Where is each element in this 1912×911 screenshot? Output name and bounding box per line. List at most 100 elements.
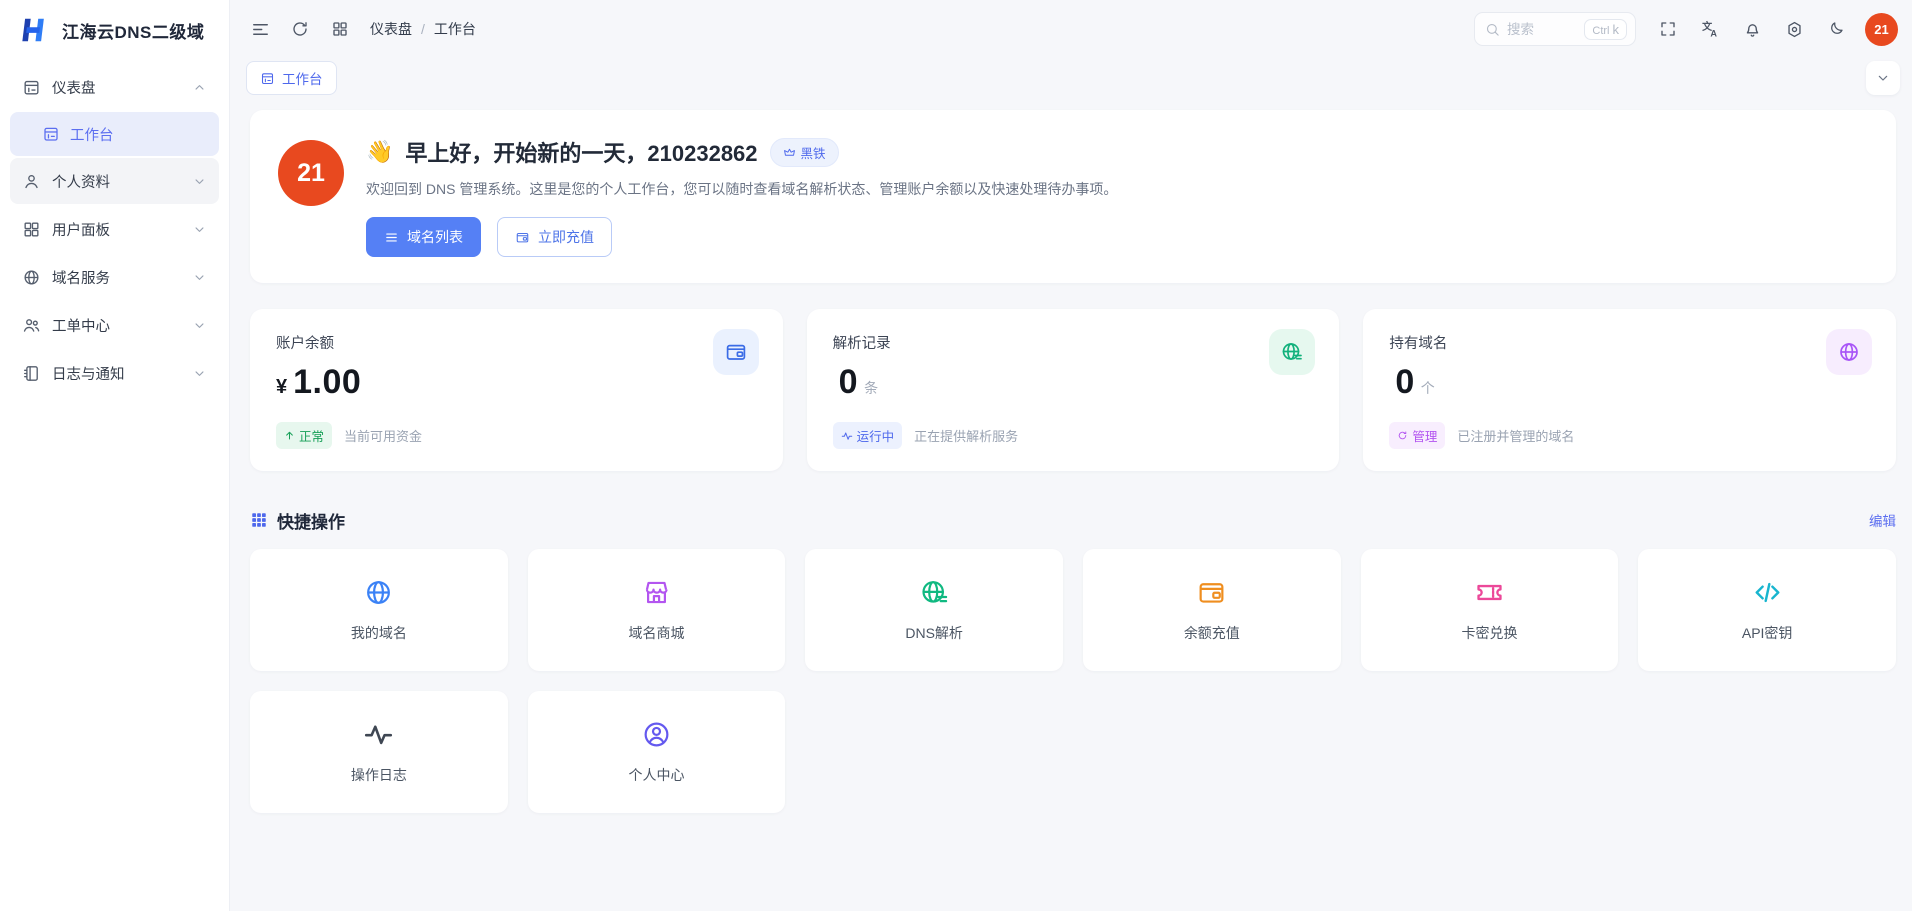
tile-balance-recharge[interactable]: 余额充值 — [1083, 549, 1341, 671]
stat-value: 1.00 — [293, 363, 361, 402]
search-shortcut-hint: Ctrlk — [1584, 19, 1627, 40]
recharge-button[interactable]: 立即充值 — [497, 217, 612, 257]
grid-icon — [250, 511, 268, 529]
content: 21 👋 早上好，开始新的一天，210232862 黑铁 欢迎回到 DNS 管理… — [230, 98, 1912, 911]
sidebar-item-label: 工单中心 — [52, 315, 110, 336]
edit-link[interactable]: 编辑 — [1869, 510, 1896, 530]
stat-card-records: 解析记录 0 条 运行中 正在提供解析服务 — [807, 309, 1340, 471]
sidebar-item-domain-service[interactable]: 域名服务 — [10, 254, 219, 300]
apps-menu-button[interactable] — [322, 11, 358, 47]
stat-unit: 条 — [864, 378, 878, 398]
tile-dns-resolution[interactable]: DNS解析 — [805, 549, 1063, 671]
greeting-text: 早上好，开始新的一天，210232862 — [405, 136, 757, 168]
search-icon — [1485, 22, 1500, 37]
sidebar-item-user-panel[interactable]: 用户面板 — [10, 206, 219, 252]
crown-icon — [783, 146, 796, 159]
tile-api-keys[interactable]: API密钥 — [1638, 549, 1896, 671]
avatar[interactable]: 21 — [1865, 13, 1898, 46]
status-badge: 运行中 — [833, 422, 903, 449]
search-box[interactable]: Ctrlk — [1474, 12, 1636, 46]
globe-icon — [363, 577, 394, 608]
language-button[interactable] — [1692, 11, 1728, 47]
workbench-icon — [42, 125, 60, 143]
tile-operation-logs[interactable]: 操作日志 — [250, 691, 508, 813]
chevron-down-icon — [192, 222, 207, 237]
pulse-icon — [841, 430, 853, 442]
activity-icon — [363, 719, 394, 750]
stat-value: 0 — [1395, 363, 1414, 402]
sidebar-item-label: 日志与通知 — [52, 363, 125, 384]
chevron-up-icon — [192, 80, 207, 95]
sidebar-collapse-button[interactable] — [242, 11, 278, 47]
tab-bar: 工作台 — [230, 58, 1912, 98]
tab-label: 工作台 — [282, 68, 323, 88]
sidebar-item-workbench[interactable]: 工作台 — [10, 112, 219, 156]
user-circle-icon — [641, 719, 672, 750]
stat-card-domains: 持有域名 0 个 管理 已注册并管理的域名 — [1363, 309, 1896, 471]
tile-card-redeem[interactable]: 卡密兑换 — [1361, 549, 1619, 671]
globe-icon — [22, 268, 41, 287]
welcome-subtitle: 欢迎回到 DNS 管理系统。这里是您的个人工作台，您可以随时查看域名解析状态、管… — [366, 179, 1117, 199]
globe-icon — [1826, 329, 1872, 375]
brand-logo-icon — [16, 12, 52, 48]
logo-row[interactable]: 江海云DNS二级域 — [0, 0, 229, 60]
globe-dns-icon — [1269, 329, 1315, 375]
sidebar-item-label: 域名服务 — [52, 267, 110, 288]
tabbar-collapse-button[interactable] — [1866, 61, 1900, 95]
stat-title: 账户余额 — [276, 332, 757, 353]
quick-actions-grid: 我的域名 域名商城 DNS解析 余额充值 — [250, 549, 1896, 813]
tier-badge: 黑铁 — [770, 138, 839, 167]
wallet-icon — [713, 329, 759, 375]
section-title: 快捷操作 — [277, 508, 345, 533]
sidebar-item-ticket-center[interactable]: 工单中心 — [10, 302, 219, 348]
wallet-icon — [1196, 577, 1227, 608]
stat-unit: 个 — [1421, 378, 1435, 398]
stat-description: 已注册并管理的域名 — [1457, 426, 1574, 445]
breadcrumb-dashboard[interactable]: 仪表盘 — [370, 19, 412, 39]
code-icon — [1752, 577, 1783, 608]
stat-description: 当前可用资金 — [344, 426, 422, 445]
sync-icon — [1397, 430, 1408, 441]
notebook-icon — [22, 364, 41, 383]
tab-workbench[interactable]: 工作台 — [246, 61, 337, 95]
sidebar-item-label: 用户面板 — [52, 219, 110, 240]
breadcrumb-workbench[interactable]: 工作台 — [434, 19, 476, 39]
notifications-button[interactable] — [1734, 11, 1770, 47]
trend-up-icon — [284, 430, 295, 441]
sidebar-item-profile[interactable]: 个人资料 — [10, 158, 219, 204]
top-navbar: 仪表盘 / 工作台 Ctrlk 21 — [230, 0, 1912, 58]
workbench-tab-icon — [260, 71, 275, 86]
welcome-card: 21 👋 早上好，开始新的一天，210232862 黑铁 欢迎回到 DNS 管理… — [250, 110, 1896, 283]
stat-value: 0 — [839, 363, 858, 402]
sidebar: 江海云DNS二级域 仪表盘 工作台 个人资料 用户面板 — [0, 0, 230, 911]
status-badge: 正常 — [276, 422, 332, 449]
stat-title: 解析记录 — [833, 332, 1314, 353]
sidebar-item-dashboard[interactable]: 仪表盘 — [10, 64, 219, 110]
tile-domain-mall[interactable]: 域名商城 — [528, 549, 786, 671]
stat-card-balance: 账户余额 ¥ 1.00 正常 当前可用资金 — [250, 309, 783, 471]
list-icon — [384, 230, 399, 245]
ticket-icon — [1474, 577, 1505, 608]
stats-row: 账户余额 ¥ 1.00 正常 当前可用资金 — [250, 309, 1896, 471]
quick-actions-section: 快捷操作 编辑 我的域名 域名商城 DNS解析 — [250, 505, 1896, 813]
fullscreen-button[interactable] — [1650, 11, 1686, 47]
chevron-down-icon — [192, 318, 207, 333]
sidebar-subitem-label: 工作台 — [70, 124, 114, 145]
store-icon — [641, 577, 672, 608]
search-input[interactable] — [1507, 22, 1577, 37]
chevron-down-icon — [192, 174, 207, 189]
settings-button[interactable] — [1776, 11, 1812, 47]
breadcrumb: 仪表盘 / 工作台 — [370, 19, 476, 39]
dark-mode-toggle[interactable] — [1818, 11, 1854, 47]
wave-emoji: 👋 — [366, 139, 393, 165]
globe-dns-icon — [919, 577, 950, 608]
stat-title: 持有域名 — [1389, 332, 1870, 353]
refresh-button[interactable] — [282, 11, 318, 47]
tile-my-domains[interactable]: 我的域名 — [250, 549, 508, 671]
navbar-right: Ctrlk 21 — [1474, 11, 1898, 47]
sidebar-item-logs-notifications[interactable]: 日志与通知 — [10, 350, 219, 396]
domain-list-button[interactable]: 域名列表 — [366, 217, 481, 257]
sidebar-item-label: 仪表盘 — [52, 77, 96, 98]
tile-personal-center[interactable]: 个人中心 — [528, 691, 786, 813]
avatar: 21 — [278, 140, 344, 206]
